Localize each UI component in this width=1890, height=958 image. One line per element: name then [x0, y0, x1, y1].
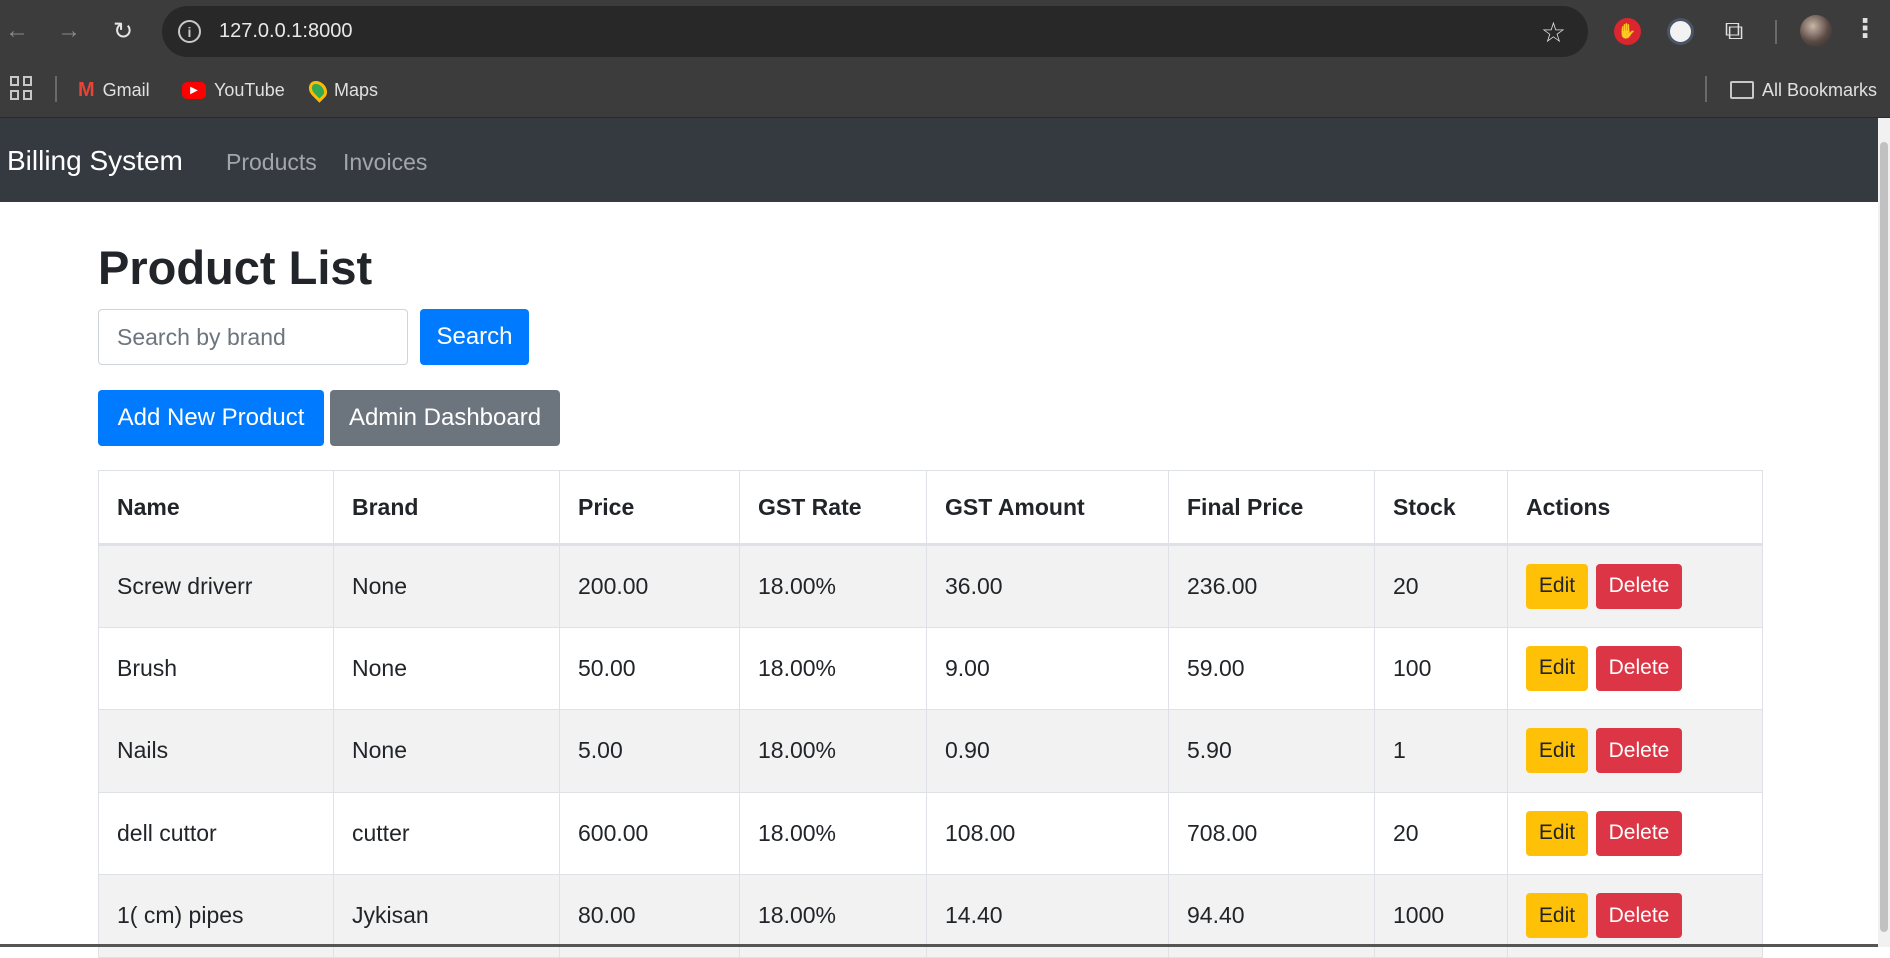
- cell-gst-amount: 108.00: [926, 791, 1169, 875]
- edit-button[interactable]: Edit: [1526, 645, 1588, 691]
- cell-name: Screw driverr: [98, 544, 334, 628]
- all-bookmarks-label: All Bookmarks: [1762, 79, 1878, 100]
- cell-price: 600.00: [559, 791, 740, 875]
- delete-button[interactable]: Delete: [1596, 563, 1682, 609]
- search-button[interactable]: Search: [420, 309, 529, 365]
- header-price: Price: [559, 470, 740, 546]
- browser-menu-icon[interactable]: ⋮: [1852, 13, 1878, 44]
- cell-name: Brush: [98, 626, 334, 710]
- bookmark-star-icon[interactable]: ☆: [1541, 16, 1566, 49]
- cell-price: 200.00: [559, 544, 740, 628]
- cell-price: 5.00: [559, 709, 740, 793]
- header-actions: Actions: [1507, 470, 1763, 546]
- header-final-price: Final Price: [1168, 470, 1375, 546]
- cell-final-price: 59.00: [1168, 626, 1375, 710]
- bookmark-youtube[interactable]: ▶ YouTube: [182, 76, 285, 104]
- edit-button[interactable]: Edit: [1526, 563, 1588, 609]
- cell-gst-rate: 18.00%: [739, 791, 927, 875]
- cell-stock: 20: [1374, 544, 1508, 628]
- edit-button[interactable]: Edit: [1526, 728, 1588, 774]
- site-info-icon[interactable]: i: [178, 20, 201, 43]
- bookmarks-divider: [1705, 76, 1707, 102]
- cell-brand: None: [333, 626, 560, 710]
- cell-brand: None: [333, 709, 560, 793]
- bookmark-gmail[interactable]: M Gmail: [78, 76, 150, 104]
- table-row: Screw driverr None 200.00 18.00% 36.00 2…: [98, 544, 1763, 628]
- cell-gst-amount: 36.00: [926, 544, 1169, 628]
- browser-toolbar: ← → ↻ i 127.0.0.1:8000 ☆ ✋ ⧉ ⋮: [0, 0, 1890, 62]
- gmail-icon: M: [78, 78, 95, 101]
- extension-gauge-icon[interactable]: [1663, 14, 1697, 48]
- delete-button[interactable]: Delete: [1596, 810, 1682, 856]
- cell-final-price: 708.00: [1168, 791, 1375, 875]
- product-table: Name Brand Price GST Rate GST Amount Fin…: [98, 470, 1763, 958]
- bookmarks-divider: [55, 76, 57, 102]
- bookmarks-bar: M Gmail ▶ YouTube Maps All Bookmarks: [0, 62, 1890, 118]
- profile-avatar[interactable]: [1800, 15, 1832, 47]
- bookmark-maps[interactable]: Maps: [305, 76, 379, 104]
- url-text[interactable]: 127.0.0.1:8000: [219, 20, 352, 43]
- header-name: Name: [98, 470, 334, 546]
- cell-name: Nails: [98, 709, 334, 793]
- delete-button[interactable]: Delete: [1596, 645, 1682, 691]
- address-bar[interactable]: i 127.0.0.1:8000 ☆: [162, 6, 1588, 57]
- apps-grid-icon[interactable]: [10, 76, 34, 100]
- header-stock: Stock: [1374, 470, 1508, 546]
- delete-button[interactable]: Delete: [1596, 728, 1682, 774]
- youtube-icon: ▶: [182, 81, 206, 99]
- cell-final-price: 5.90: [1168, 709, 1375, 793]
- all-bookmarks[interactable]: All Bookmarks: [1730, 76, 1877, 104]
- back-icon[interactable]: ←: [0, 14, 34, 48]
- header-gst-rate: GST Rate: [739, 470, 927, 546]
- cell-brand: None: [333, 544, 560, 628]
- scrollbar-thumb[interactable]: [1880, 142, 1888, 932]
- forward-icon[interactable]: →: [52, 14, 86, 48]
- bookmark-label: YouTube: [214, 79, 285, 100]
- cell-actions: Edit Delete: [1507, 626, 1763, 710]
- extensions-puzzle-icon[interactable]: ⧉: [1717, 14, 1751, 48]
- cell-gst-rate: 18.00%: [739, 709, 927, 793]
- brand-search-input[interactable]: [98, 309, 408, 365]
- cell-price: 50.00: [559, 626, 740, 710]
- extension-blocker-icon[interactable]: ✋: [1610, 14, 1644, 48]
- cell-actions: Edit Delete: [1507, 544, 1763, 628]
- maps-pin-icon: [305, 77, 331, 103]
- cell-stock: 1: [1374, 709, 1508, 793]
- cell-brand: cutter: [333, 791, 560, 875]
- header-brand: Brand: [333, 470, 560, 546]
- add-new-product-button[interactable]: Add New Product: [98, 390, 324, 446]
- cell-actions: Edit Delete: [1507, 709, 1763, 793]
- cell-actions: Edit Delete: [1507, 791, 1763, 875]
- table-row: Nails None 5.00 18.00% 0.90 5.90 1 Edit …: [98, 709, 1763, 793]
- nav-link-invoices[interactable]: Invoices: [343, 149, 427, 176]
- bookmark-label: Maps: [334, 79, 379, 100]
- app-navbar: Billing System Products Invoices: [0, 118, 1878, 202]
- cell-gst-rate: 18.00%: [739, 626, 927, 710]
- cell-gst-amount: 0.90: [926, 709, 1169, 793]
- edit-button[interactable]: Edit: [1526, 810, 1588, 856]
- page-title: Product List: [98, 241, 373, 294]
- table-header-row: Name Brand Price GST Rate GST Amount Fin…: [98, 470, 1763, 546]
- nav-link-products[interactable]: Products: [226, 149, 317, 176]
- header-gst-amount: GST Amount: [926, 470, 1169, 546]
- cell-name: dell cuttor: [98, 791, 334, 875]
- reload-icon[interactable]: ↻: [106, 14, 140, 48]
- cell-gst-amount: 9.00: [926, 626, 1169, 710]
- cell-stock: 100: [1374, 626, 1508, 710]
- delete-button[interactable]: Delete: [1596, 893, 1682, 939]
- navbar-brand[interactable]: Billing System: [7, 145, 183, 177]
- edit-button[interactable]: Edit: [1526, 893, 1588, 939]
- admin-dashboard-button[interactable]: Admin Dashboard: [330, 390, 560, 446]
- cell-stock: 20: [1374, 791, 1508, 875]
- bookmark-label: Gmail: [102, 79, 150, 100]
- cell-gst-rate: 18.00%: [739, 544, 927, 628]
- table-row: Brush None 50.00 18.00% 9.00 59.00 100 E…: [98, 626, 1763, 710]
- table-row: dell cuttor cutter 600.00 18.00% 108.00 …: [98, 791, 1763, 875]
- cell-final-price: 236.00: [1168, 544, 1375, 628]
- folder-icon: [1730, 81, 1754, 99]
- toolbar-divider: [1775, 20, 1777, 44]
